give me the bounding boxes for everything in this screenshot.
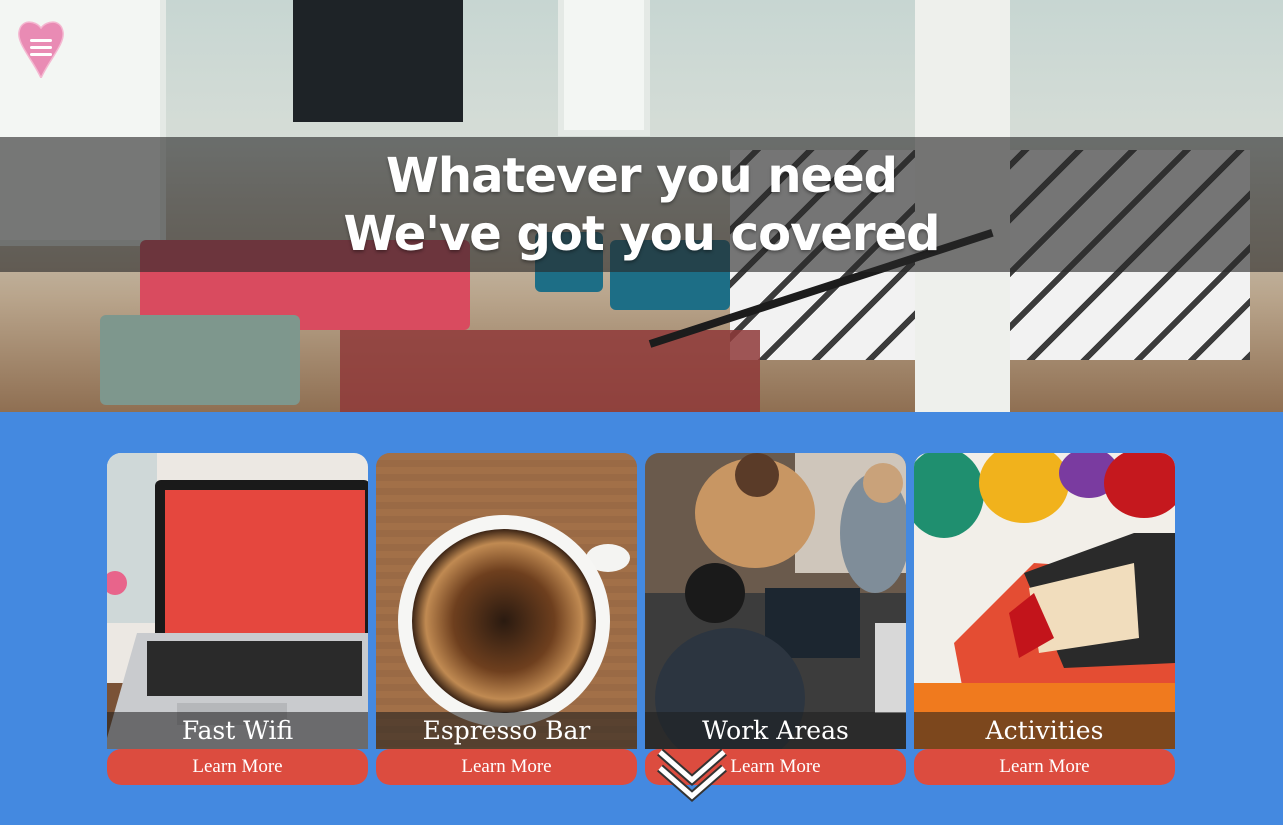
learn-more-button-fast-wifi[interactable]: Learn More [107, 749, 368, 785]
card-activities: Activities Learn More [914, 453, 1175, 785]
laptop-photo [107, 453, 368, 749]
feature-cards: Fast Wifi Learn More Espresso Bar Learn … [107, 453, 1175, 785]
hamburger-menu-icon [18, 21, 64, 80]
learn-more-button-activities[interactable]: Learn More [914, 749, 1175, 785]
card-title-band: Fast Wifi [107, 712, 368, 749]
coffee-cup-photo [376, 453, 637, 749]
hero-headline-line2: We've got you covered [343, 205, 940, 262]
double-chevron-down-icon [657, 748, 727, 802]
card-espresso-bar: Espresso Bar Learn More [376, 453, 637, 785]
card-title: Activities [985, 715, 1104, 745]
card-title-band: Espresso Bar [376, 712, 637, 749]
card-work-areas: Work Areas Learn More [645, 453, 906, 785]
rug [340, 330, 760, 412]
card-fast-wifi: Fast Wifi Learn More [107, 453, 368, 785]
coworkers-photo [645, 453, 906, 749]
card-title-band: Work Areas [645, 712, 906, 749]
window-center [558, 0, 650, 136]
card-title-band: Activities [914, 712, 1175, 749]
card-title: Work Areas [702, 715, 849, 745]
hero-headline-band: Whatever you need We've got you covered [0, 137, 1283, 272]
lounge-chair [100, 315, 300, 405]
learn-more-button-espresso-bar[interactable]: Learn More [376, 749, 637, 785]
paint-brush-photo [914, 453, 1175, 749]
card-title: Espresso Bar [422, 715, 591, 745]
wall-television [293, 0, 463, 122]
hero-banner: Whatever you need We've got you covered [0, 0, 1283, 412]
scroll-down-button[interactable] [655, 746, 729, 802]
hero-headline-line1: Whatever you need [385, 147, 898, 204]
menu-button[interactable] [17, 20, 65, 80]
card-title: Fast Wifi [181, 715, 294, 745]
